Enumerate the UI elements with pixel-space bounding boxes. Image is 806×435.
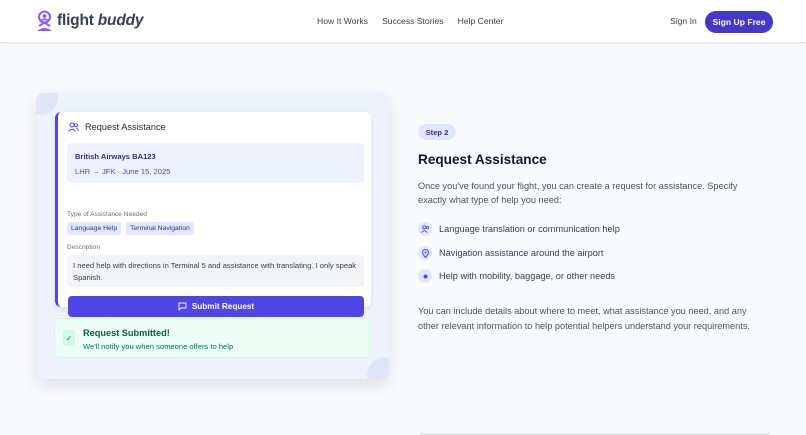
message-icon bbox=[178, 302, 187, 311]
tag-language-help[interactable]: Language Help bbox=[67, 222, 122, 235]
flight-name: British Airways BA123 bbox=[75, 152, 156, 161]
nav-help-center[interactable]: Help Center bbox=[458, 16, 504, 26]
description-label: Description bbox=[67, 244, 100, 251]
feature-item: Language translation or communication he… bbox=[418, 222, 620, 236]
check-icon: ✓ bbox=[63, 330, 75, 346]
feature-text: Language translation or communication he… bbox=[439, 224, 620, 234]
card-title: Request Assistance bbox=[85, 122, 166, 132]
feature-item: Navigation assistance around the airport bbox=[418, 246, 603, 260]
description-field[interactable]: I need help with directions in Terminal … bbox=[67, 255, 364, 287]
assistance-tags: Language Help Terminal Navigation bbox=[67, 222, 194, 235]
section-outro: You can include details about where to m… bbox=[418, 306, 750, 331]
feature-text: Navigation assistance around the airport bbox=[439, 248, 604, 258]
tag-terminal-navigation[interactable]: Terminal Navigation bbox=[126, 222, 194, 235]
submit-request-button[interactable]: Submit Request bbox=[68, 296, 364, 317]
brand-logo[interactable]: flight buddy bbox=[36, 10, 143, 32]
nav-success-stories[interactable]: Success Stories bbox=[382, 16, 444, 26]
step-badge: Step 2 bbox=[418, 124, 456, 140]
flight-summary: British Airways BA123 LHR → JFK · June 1… bbox=[67, 143, 364, 183]
sign-in-link[interactable]: Sign In bbox=[670, 16, 697, 26]
brand-name: flight buddy bbox=[57, 12, 144, 29]
feature-text: Help with mobility, baggage, or other ne… bbox=[439, 271, 616, 281]
card-header: Request Assistance bbox=[68, 122, 166, 132]
request-assistance-card: Request Assistance British Airways BA123… bbox=[55, 112, 371, 317]
map-pin-icon bbox=[418, 246, 432, 260]
section-intro: Once you've found your flight, you can c… bbox=[418, 181, 738, 205]
section-title: Request Assistance bbox=[418, 152, 547, 167]
top-navbar: flight buddy How It Works Success Storie… bbox=[0, 0, 806, 43]
decorative-blob bbox=[367, 357, 389, 379]
feature-item: Help with mobility, baggage, or other ne… bbox=[418, 269, 615, 283]
nav-how-it-works[interactable]: How It Works bbox=[317, 16, 368, 26]
nav-links: How It Works Success Stories Help Center bbox=[317, 16, 503, 26]
sign-up-button[interactable]: Sign Up Free bbox=[705, 11, 773, 33]
dot-icon bbox=[418, 269, 432, 283]
submit-label: Submit Request bbox=[191, 302, 255, 311]
users-icon bbox=[418, 222, 432, 236]
flight-route: LHR → JFK · June 15, 2025 bbox=[75, 167, 171, 176]
success-title: Request Submitted! bbox=[83, 328, 170, 338]
decorative-blob bbox=[36, 93, 58, 115]
request-demo-panel: Request Assistance British Airways BA123… bbox=[36, 93, 389, 379]
success-banner: ✓ Request Submitted! We'll notify you wh… bbox=[54, 318, 370, 358]
users-icon bbox=[68, 122, 79, 132]
success-subtitle: We'll notify you when someone offers to … bbox=[83, 342, 234, 351]
person-pin-icon bbox=[37, 10, 52, 31]
assistance-type-label: Type of Assistance Needed bbox=[67, 211, 147, 218]
